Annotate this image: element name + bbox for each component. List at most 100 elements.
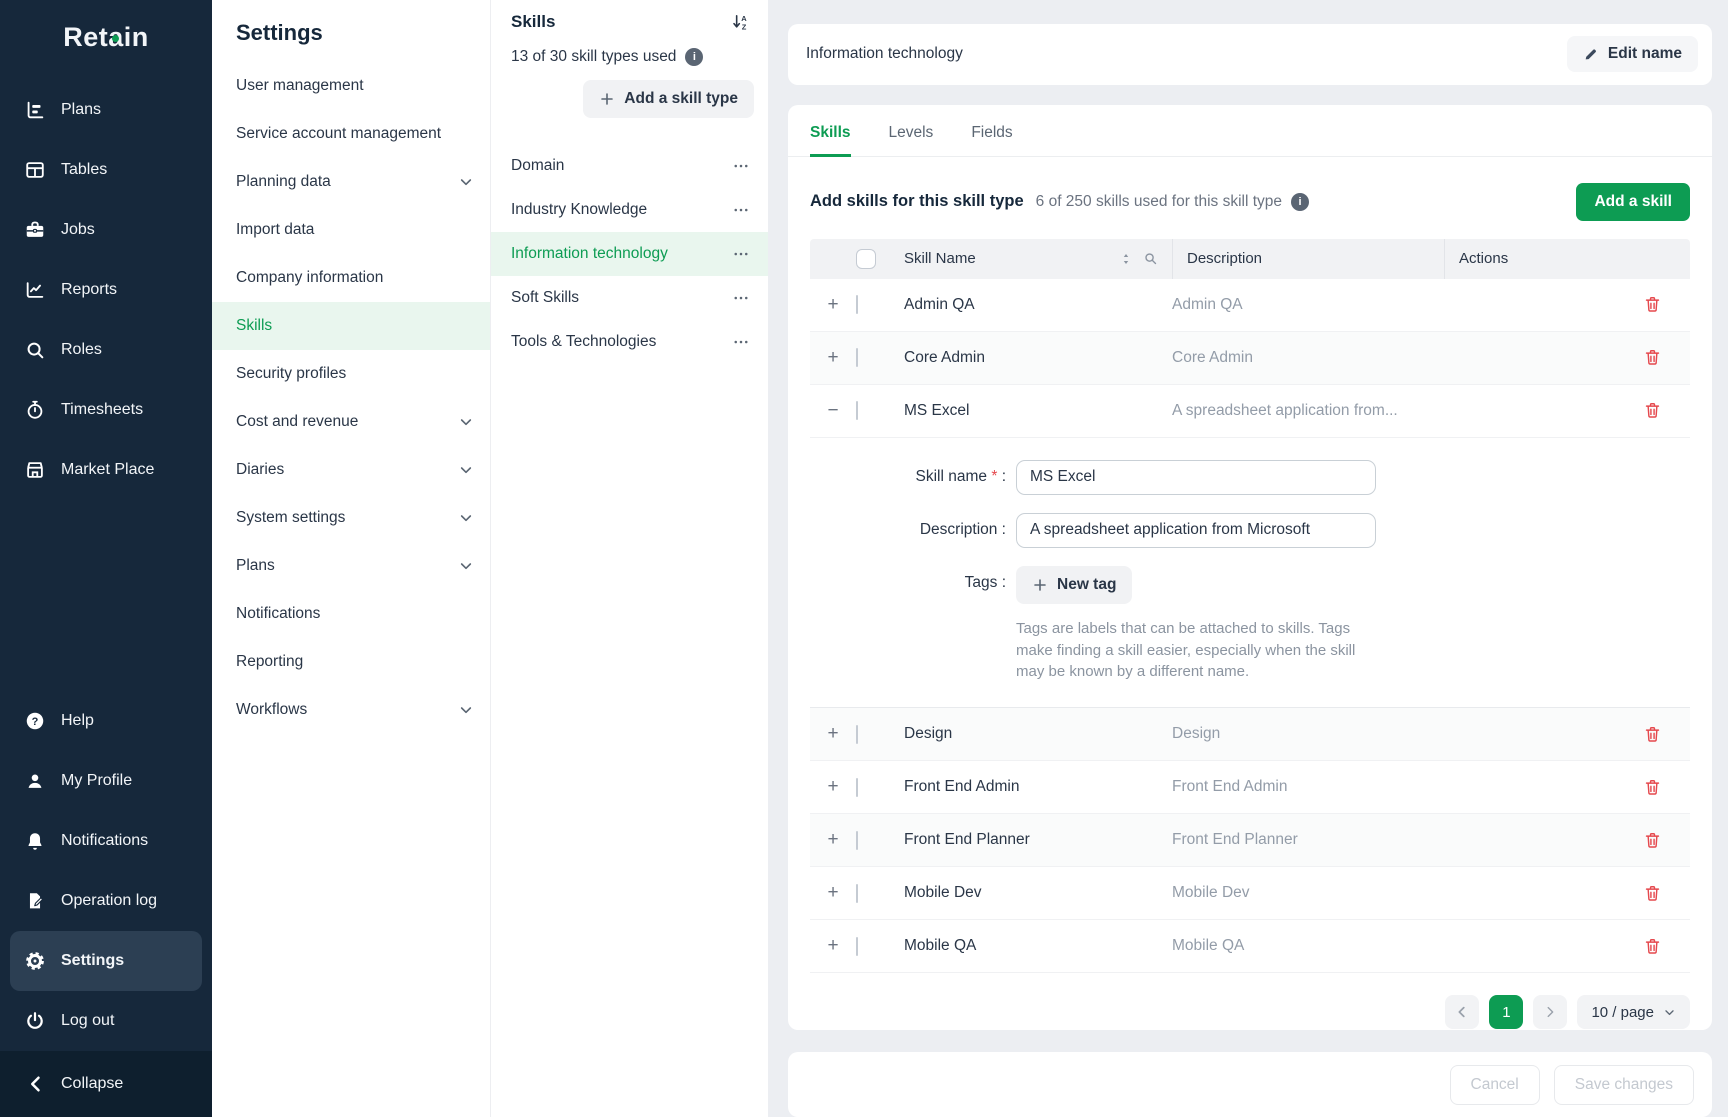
sidebar-item[interactable]: Timesheets bbox=[10, 380, 202, 440]
sidebar-item[interactable]: Reports bbox=[10, 260, 202, 320]
cancel-button[interactable]: Cancel bbox=[1450, 1065, 1540, 1105]
sidebar-item-label: Tables bbox=[61, 161, 107, 179]
expand-row-toggle[interactable]: + bbox=[810, 347, 856, 369]
settings-menu-item[interactable]: User management bbox=[212, 62, 490, 110]
skill-description-cell: Admin QA bbox=[1172, 296, 1444, 314]
skill-type-item[interactable]: Industry Knowledge bbox=[491, 188, 768, 232]
more-options-icon[interactable] bbox=[732, 333, 750, 351]
settings-menu-item[interactable]: Security profiles bbox=[212, 350, 490, 398]
table-row-wrap: + Design Design bbox=[810, 708, 1690, 761]
settings-menu-item[interactable]: Cost and revenue bbox=[212, 398, 490, 446]
sidebar-item[interactable]: Tables bbox=[10, 140, 202, 200]
row-checkbox[interactable] bbox=[856, 401, 858, 420]
sidebar-item-label: Notifications bbox=[61, 832, 148, 850]
skill-description-input[interactable] bbox=[1016, 513, 1376, 548]
settings-menu-item[interactable]: Workflows bbox=[212, 686, 490, 734]
delete-icon[interactable] bbox=[1643, 937, 1662, 956]
sidebar-item[interactable]: Help bbox=[10, 691, 202, 751]
sort-icon[interactable] bbox=[1119, 252, 1133, 266]
row-checkbox[interactable] bbox=[856, 348, 858, 367]
skill-type-item[interactable]: Soft Skills bbox=[491, 276, 768, 320]
new-tag-button[interactable]: New tag bbox=[1016, 566, 1132, 604]
sidebar-item[interactable]: Settings bbox=[10, 931, 202, 991]
settings-menu-item[interactable]: Notifications bbox=[212, 590, 490, 638]
sidebar-nav: Plans Tables Jobs Reports Roles Timeshee… bbox=[0, 74, 212, 500]
sidebar-item[interactable]: My Profile bbox=[10, 751, 202, 811]
settings-menu-item[interactable]: Diaries bbox=[212, 446, 490, 494]
tab[interactable]: Skills bbox=[810, 105, 851, 157]
delete-icon[interactable] bbox=[1643, 401, 1662, 420]
previous-page-button[interactable] bbox=[1445, 995, 1479, 1029]
skill-description-cell: Front End Admin bbox=[1172, 778, 1444, 796]
delete-icon[interactable] bbox=[1643, 778, 1662, 797]
skill-type-item[interactable]: Information technology bbox=[491, 232, 768, 276]
search-icon[interactable] bbox=[1143, 251, 1158, 266]
settings-menu-item[interactable]: System settings bbox=[212, 494, 490, 542]
settings-menu-item[interactable]: Service account management bbox=[212, 110, 490, 158]
settings-title: Settings bbox=[212, 14, 490, 62]
more-options-icon[interactable] bbox=[732, 157, 750, 175]
delete-icon[interactable] bbox=[1643, 348, 1662, 367]
settings-menu-item[interactable]: Reporting bbox=[212, 638, 490, 686]
info-icon[interactable] bbox=[1291, 193, 1309, 211]
sidebar-item[interactable]: Roles bbox=[10, 320, 202, 380]
sidebar-item[interactable]: Log out bbox=[10, 991, 202, 1051]
tab[interactable]: Fields bbox=[971, 105, 1012, 157]
settings-menu-item-label: Cost and revenue bbox=[236, 413, 358, 431]
sidebar-item[interactable]: Jobs bbox=[10, 200, 202, 260]
sidebar-item[interactable]: Operation log bbox=[10, 871, 202, 931]
save-changes-button[interactable]: Save changes bbox=[1554, 1065, 1694, 1105]
expand-row-toggle[interactable]: + bbox=[810, 294, 856, 316]
row-checkbox[interactable] bbox=[856, 937, 858, 956]
more-options-icon[interactable] bbox=[732, 289, 750, 307]
more-options-icon[interactable] bbox=[732, 201, 750, 219]
sidebar-item[interactable]: Plans bbox=[10, 80, 202, 140]
expand-row-toggle[interactable]: − bbox=[810, 400, 856, 422]
skill-type-item[interactable]: Domain bbox=[491, 144, 768, 188]
collapse-sidebar-button[interactable]: Collapse bbox=[0, 1051, 212, 1117]
expand-row-toggle[interactable]: + bbox=[810, 776, 856, 798]
delete-icon[interactable] bbox=[1643, 831, 1662, 850]
roles-icon bbox=[24, 339, 46, 361]
settings-menu-item[interactable]: Plans bbox=[212, 542, 490, 590]
reports-icon bbox=[24, 279, 46, 301]
skill-type-item[interactable]: Tools & Technologies bbox=[491, 320, 768, 364]
info-icon[interactable] bbox=[685, 48, 703, 66]
settings-menu-item[interactable]: Skills bbox=[212, 302, 490, 350]
sidebar-item[interactable]: Market Place bbox=[10, 440, 202, 500]
select-all-checkbox[interactable] bbox=[856, 249, 876, 269]
settings-menu-item[interactable]: Company information bbox=[212, 254, 490, 302]
row-checkbox[interactable] bbox=[856, 831, 858, 850]
add-skill-type-button[interactable]: Add a skill type bbox=[583, 80, 754, 118]
skills-table: Skill Name Description Actions + Admin Q… bbox=[810, 239, 1690, 973]
skills-card: Skills Levels Fields Add skills for this… bbox=[788, 105, 1712, 1031]
delete-icon[interactable] bbox=[1643, 295, 1662, 314]
expand-row-toggle[interactable]: + bbox=[810, 723, 856, 745]
tab[interactable]: Levels bbox=[889, 105, 934, 157]
row-checkbox[interactable] bbox=[856, 778, 858, 797]
current-page-button[interactable]: 1 bbox=[1489, 995, 1523, 1029]
delete-icon[interactable] bbox=[1643, 725, 1662, 744]
sidebar-item[interactable]: Notifications bbox=[10, 811, 202, 871]
expand-row-toggle[interactable]: + bbox=[810, 882, 856, 904]
delete-icon[interactable] bbox=[1643, 884, 1662, 903]
row-checkbox[interactable] bbox=[856, 884, 858, 903]
skill-type-label: Domain bbox=[511, 157, 564, 175]
add-skill-button[interactable]: Add a skill bbox=[1576, 183, 1690, 221]
skill-types-list: Domain Industry Knowledge Information te… bbox=[491, 144, 768, 364]
page-size-select[interactable]: 10 / page bbox=[1577, 995, 1690, 1029]
next-page-button[interactable] bbox=[1533, 995, 1567, 1029]
chevron-down-icon bbox=[458, 414, 474, 430]
expand-row-toggle[interactable]: + bbox=[810, 935, 856, 957]
expand-row-toggle[interactable]: + bbox=[810, 829, 856, 851]
settings-menu-item[interactable]: Import data bbox=[212, 206, 490, 254]
edit-name-button[interactable]: Edit name bbox=[1567, 36, 1698, 72]
row-checkbox[interactable] bbox=[856, 295, 858, 314]
sort-az-icon[interactable] bbox=[730, 12, 750, 32]
more-options-icon[interactable] bbox=[732, 245, 750, 263]
row-checkbox[interactable] bbox=[856, 725, 858, 744]
skill-name-input[interactable] bbox=[1016, 460, 1376, 495]
skill-types-title: Skills bbox=[511, 12, 555, 32]
settings-menu-item[interactable]: Planning data bbox=[212, 158, 490, 206]
skill-description-label: Description : bbox=[810, 521, 1006, 539]
